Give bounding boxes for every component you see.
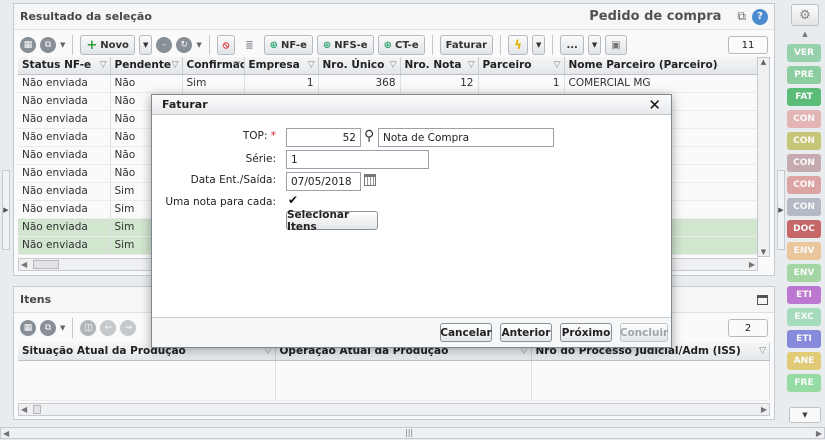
previous-button[interactable]: Anterior	[500, 323, 552, 342]
cancel-button[interactable]: Cancelar	[440, 323, 492, 342]
uma-nota-checkbox[interactable]: ✔	[288, 194, 300, 206]
serie-input[interactable]: 1	[286, 150, 429, 169]
finish-button[interactable]: Concluir	[620, 323, 668, 342]
top-code-input[interactable]: 52	[286, 128, 361, 147]
dialog-header: Faturar ✕	[152, 95, 671, 115]
close-icon[interactable]: ✕	[648, 96, 661, 114]
serie-label: Série:	[245, 153, 276, 165]
faturar-dialog: Faturar ✕ TOP: * 52 ⚲ Nota de Compra Sér…	[151, 94, 672, 348]
top-label: TOP: *	[242, 130, 276, 142]
select-items-button[interactable]: Selecionar Itens	[286, 209, 378, 233]
date-label: Data Ent./Saída:	[190, 174, 276, 186]
required-icon: *	[270, 130, 276, 142]
top-description-input[interactable]: Nota de Compra	[378, 128, 554, 147]
next-button[interactable]: Próximo	[560, 323, 612, 342]
dialog-title: Faturar	[162, 98, 208, 111]
dialog-footer: Cancelar Anterior Próximo Concluir	[152, 317, 671, 347]
search-icon[interactable]: ⚲	[364, 128, 374, 144]
uma-nota-label: Uma nota para cada:	[165, 196, 276, 208]
calendar-icon[interactable]	[364, 174, 376, 186]
date-input[interactable]: 07/05/2018	[286, 172, 361, 191]
